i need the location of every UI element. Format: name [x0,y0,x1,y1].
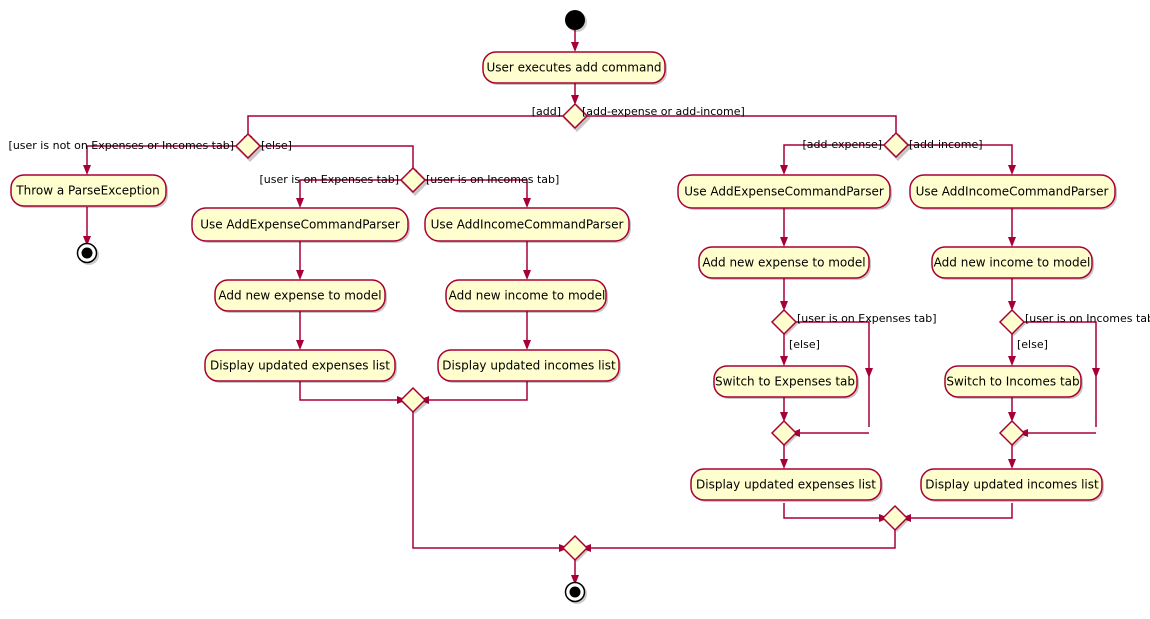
arrowhead-d-exp-or-inc-to-use-exp-parser-rt [780,165,788,175]
arrowhead-d-tab-to-throw [83,165,91,175]
guard-on-expenses-tab-right: [user is on Expenses tab] [797,312,937,325]
node-display-updated-incomes-list-mid[interactable]: Display updated incomes list [437,349,621,383]
end-node-throw-branch [76,242,99,265]
start-dot-icon [565,10,585,30]
end-node-final [564,581,587,604]
uml-activity-diagram: User executes add command [add] [add-exp… [9,10,1150,604]
node-label: Add new income to model [449,289,606,303]
node-switch-to-expenses-tab[interactable]: Switch to Expenses tab [713,365,859,399]
guard-on-incomes-tab-right: [user is on Incomes tab] [1025,312,1150,325]
end-dot-icon [569,586,581,598]
arrowhead-add-exp-mid-to-disp-exp-mid [296,340,304,350]
merge-diamond [998,419,1026,447]
node-label: Use AddExpenseCommandParser [684,185,884,199]
guard-on-expenses-tab-mid: [user is on Expenses tab] [260,173,400,186]
node-label: Add new income to model [934,256,1091,270]
node-display-updated-incomes-list-right[interactable]: Display updated incomes list [920,468,1104,502]
edge-d-command-to-d-tab [247,115,563,139]
edge-disp-inc-mid-to-m-mid [426,381,528,401]
arrowhead-m-exp-to-disp-exp-rt [780,459,788,469]
node-label: Use AddIncomeCommandParser [916,185,1109,199]
edge-m-right-to-m-final [588,530,896,549]
guard-else-expense: [else] [789,338,820,351]
node-label: Use AddIncomeCommandParser [431,218,624,232]
arrowhead-d-exp-or-inc-to-use-inc-parser-rt [1008,165,1016,175]
arrowhead-start-to-user-exec [571,42,579,52]
node-user-executes-add-command[interactable]: User executes add command [482,51,667,85]
start-node [565,10,587,32]
node-add-new-income-to-model-mid[interactable]: Add new income to model [445,279,608,313]
node-label: Display updated incomes list [442,359,616,373]
arrowhead-d-which-tab-to-use-inc-parser-mid [523,198,531,208]
decision-which-tab [399,166,429,196]
edge-disp-exp-rt-to-m-right [783,503,882,519]
guard-add: [add] [532,105,561,118]
node-label: Switch to Incomes tab [946,375,1079,389]
merge-incomes-tab [998,419,1026,447]
node-throw-parse-exception[interactable]: Throw a ParseException [10,174,168,208]
decision-user-tab [234,132,264,162]
node-add-new-expense-to-model-right[interactable]: Add new expense to model [698,246,871,280]
merge-diamond [881,504,909,532]
node-label: Display updated expenses list [210,359,390,373]
node-label: User executes add command [486,61,661,75]
arrowhead-use-exp-parser-mid-to-add-exp-mid [296,270,304,280]
arrowhead-add-inc-mid-to-disp-inc-mid [523,340,531,350]
guard-add-expense-or-add-income: [add-expense or add-income] [582,105,745,118]
arrowhead-use-exp-parser-rt-to-add-exp-rt [780,237,788,247]
edge-d-command-to-d-exp-or-inc [587,115,897,138]
guard-else-top: [else] [261,139,292,152]
node-use-add-income-command-parser-right[interactable]: Use AddIncomeCommandParser [909,174,1117,210]
arrowhead-m-inc-to-disp-inc-rt [1008,459,1016,469]
node-use-add-expense-command-parser-right[interactable]: Use AddExpenseCommandParser [677,174,892,210]
decision-diamond [998,308,1026,336]
edge-disp-exp-mid-to-m-mid [299,381,400,401]
arrowhead-d-on-exp-tab-to-switch-exp [780,356,788,366]
end-dot-icon [81,247,93,259]
arrowhead-use-inc-parser-mid-to-add-inc-mid [523,270,531,280]
arrowhead-d-on-inc-tab-bypass-down [1092,368,1100,378]
merge-diamond [770,419,798,447]
node-use-add-expense-command-parser-mid[interactable]: Use AddExpenseCommandParser [191,207,410,243]
node-add-new-income-to-model-right[interactable]: Add new income to model [931,246,1094,280]
guard-add-expense: [add-expense] [802,138,882,151]
arrowhead-use-inc-parser-rt-to-add-inc-rt [1008,237,1016,247]
node-label: Display updated expenses list [696,478,876,492]
merge-right-branches [881,504,909,532]
guard-else-income: [else] [1017,338,1048,351]
node-label: Throw a ParseException [15,184,159,198]
node-display-updated-expenses-list-right[interactable]: Display updated expenses list [690,468,883,502]
guard-add-income: [add-income] [909,138,983,151]
arrowhead-d-which-tab-to-use-exp-parser-mid [296,198,304,208]
node-label: Add new expense to model [218,289,381,303]
arrowhead-d-on-exp-tab-bypass-down [865,368,873,378]
decision-diamond [770,308,798,336]
merge-expenses-tab [770,419,798,447]
merge-final [561,534,589,562]
merge-middle-branches [399,386,429,414]
arrowhead-d-on-inc-tab-to-switch-inc [1008,356,1016,366]
node-switch-to-incomes-tab[interactable]: Switch to Incomes tab [944,365,1083,399]
edge-m-mid-to-m-final [412,412,562,549]
node-use-add-income-command-parser-mid[interactable]: Use AddIncomeCommandParser [424,207,631,243]
guard-not-on-tab: [user is not on Expenses or Incomes tab] [9,139,234,152]
guard-on-incomes-tab-mid: [user is on Incomes tab] [426,173,559,186]
edge-disp-inc-rt-to-m-right [908,503,1013,519]
decision-on-expenses-tab [770,308,798,336]
node-label: Switch to Expenses tab [715,375,855,389]
node-label: Add new expense to model [702,256,865,270]
node-label: Display updated incomes list [925,478,1099,492]
decision-on-incomes-tab [998,308,1026,336]
merge-diamond [561,534,589,562]
node-display-updated-expenses-list-mid[interactable]: Display updated expenses list [204,349,397,383]
node-add-new-expense-to-model-mid[interactable]: Add new expense to model [214,279,387,313]
decision-expense-or-income [882,131,912,161]
activity-diagram-canvas: User executes add command [add] [add-exp… [0,0,1150,619]
node-label: Use AddExpenseCommandParser [200,218,400,232]
